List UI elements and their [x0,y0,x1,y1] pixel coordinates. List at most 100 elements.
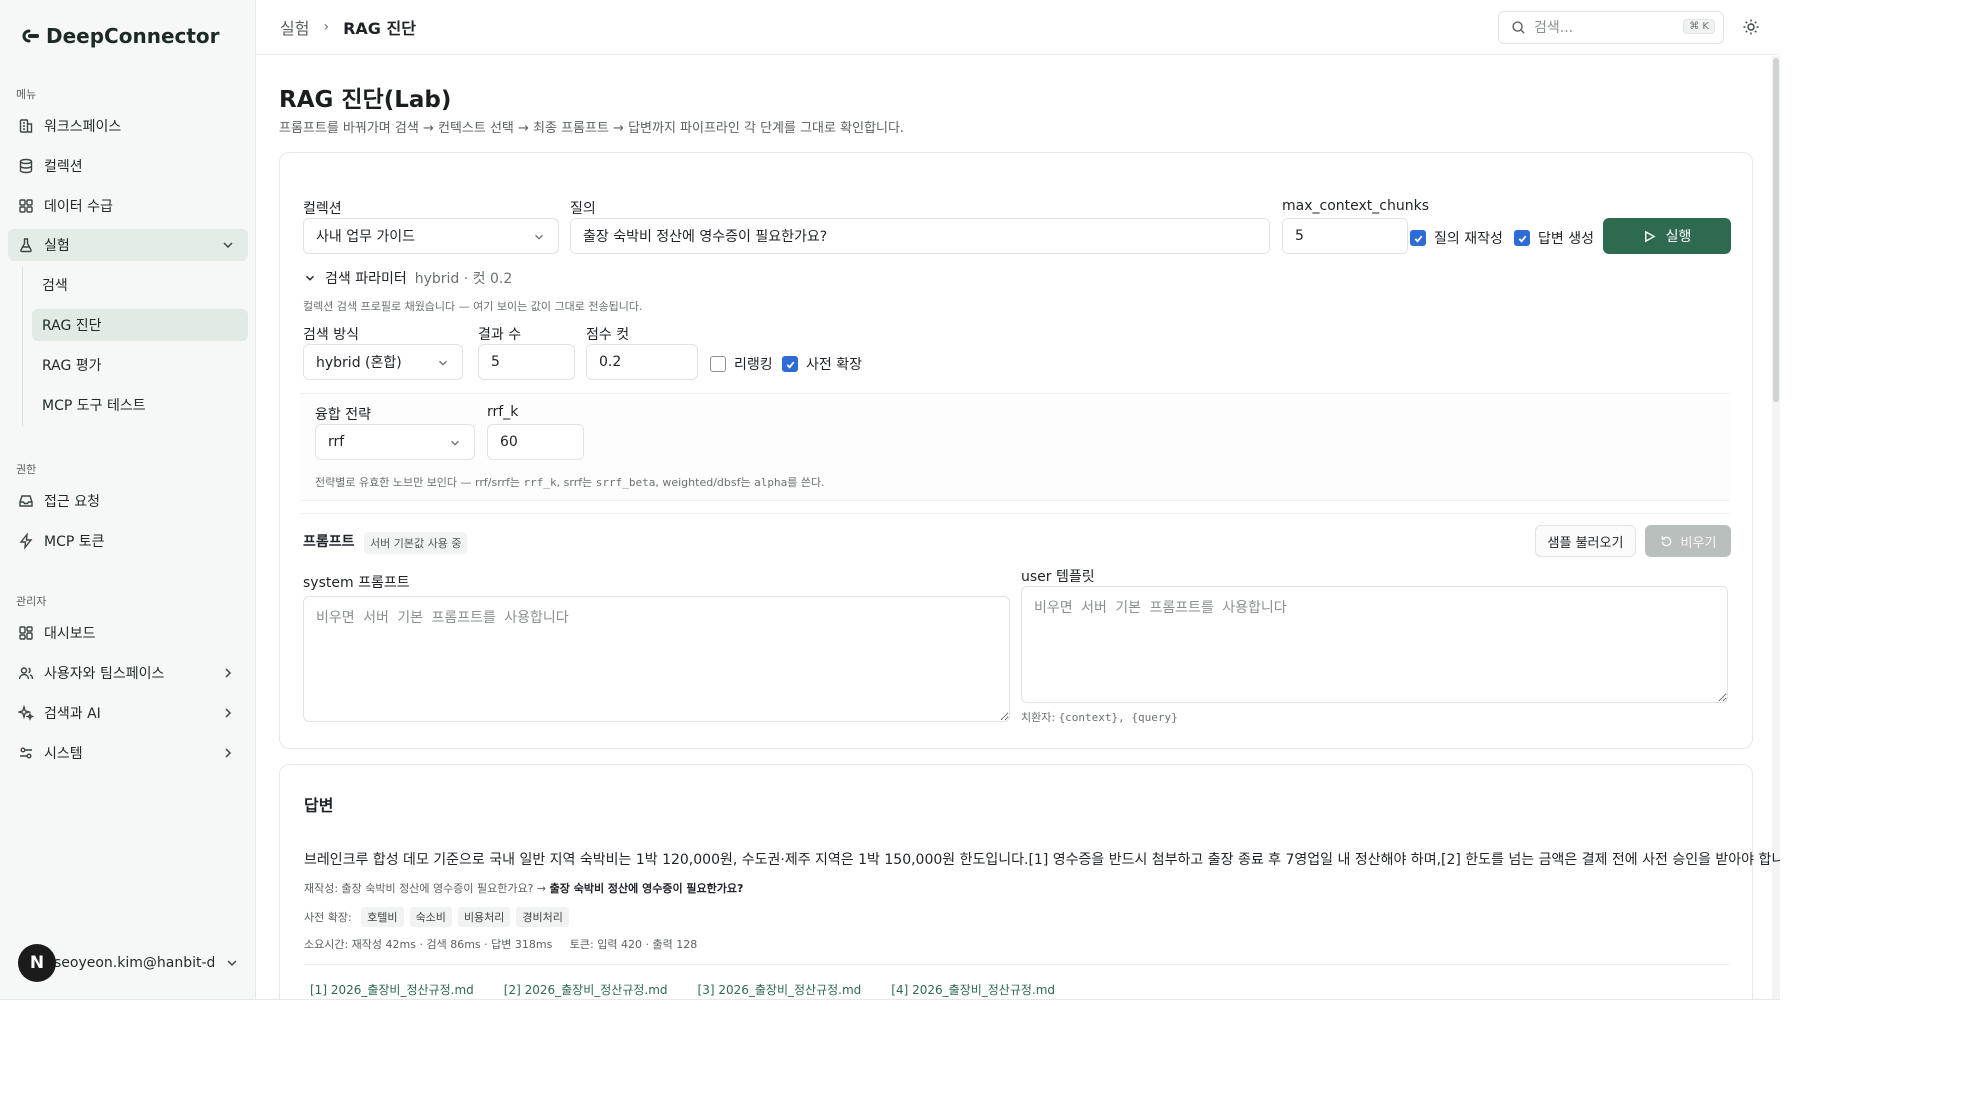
expansion-term-chip: 경비처리 [516,907,569,927]
source-list: [1] 2026_출장비_정산규정.md [2] 2026_출장비_정산규정.m… [304,977,1061,999]
sidebar-item-access-request[interactable]: 접근 요청 [8,485,248,517]
scrollbar-thumb[interactable] [1773,58,1779,402]
run-button[interactable]: 실행 [1603,218,1731,254]
collection-select[interactable]: 사내 업무 가이드 [303,218,559,254]
sidebar-item-label: RAG 평가 [42,358,102,374]
reset-icon [1661,535,1671,546]
checkbox-checked-icon [782,356,798,372]
query-rewrite-checkbox[interactable]: 질의 재작성 [1410,228,1503,248]
result-count-input[interactable] [491,354,574,370]
building-icon [18,118,34,134]
search-method-label: 검색 방식 [303,327,359,343]
dictionary-expand-checkbox[interactable]: 사전 확장 [782,354,862,374]
answer-text: 브레인크루 합성 데모 기준으로 국내 일반 지역 숙박비는 1박 120,00… [304,852,1780,868]
section-label-menu: 메뉴 [16,88,37,101]
user-menu[interactable]: N seoyeon.kim@hanbit-de... [18,944,244,982]
search-method-value: hybrid (혼합) [316,355,402,371]
rewrite-info: 재작성: 출장 숙박비 정산에 영수증이 필요한가요? → 출장 숙박비 정산에… [304,880,743,896]
section-divider [304,964,1730,965]
score-cut-input[interactable] [599,354,697,370]
fusion-note-code: rrf_k [523,476,557,489]
section-divider [300,513,1730,514]
sidebar-subitem-search[interactable]: 검색 [32,269,248,301]
generate-answer-checkbox[interactable]: 답변 생성 [1514,228,1594,248]
result-count-label: 결과 수 [478,327,522,343]
query-field[interactable] [570,218,1270,254]
expansion-term-chip: 호텔비 [361,907,404,927]
sidebar-subitem-rag-diagnosis[interactable]: RAG 진단 [32,309,248,341]
chevron-down-icon [448,436,462,450]
checkbox-label: 사전 확장 [806,357,862,373]
search-params-toggle[interactable]: 검색 파라미터 hybrid · 컷 0.2 [303,268,512,288]
sidebar-item-label: 워크스페이스 [44,119,122,135]
max-context-chunks-input[interactable] [1295,228,1407,244]
result-count-field[interactable] [478,344,575,380]
source-link[interactable]: [2] 2026_출장비_정산규정.md [498,977,674,999]
theme-toggle-sun-icon[interactable] [1742,18,1760,36]
clear-button[interactable]: 비우기 [1645,525,1731,557]
search-input[interactable] [1534,19,1664,36]
page-description: 프롬프트를 바꿔가며 검색 → 컨텍스트 선택 → 최종 프롬프트 → 답변까지… [279,121,905,136]
answer-title: 답변 [304,796,334,815]
topbar: 실험 › RAG 진단 ⌘ K [256,0,1780,55]
prompt-default-badge: 서버 기본값 사용 중 [364,532,468,554]
expansion-term-chip: 비용처리 [457,907,511,927]
score-cut-field[interactable] [586,344,698,380]
sidebar-item-mcp-token[interactable]: MCP 토큰 [8,525,248,557]
sidebar-item-data-ingest[interactable]: 데이터 수급 [8,190,248,222]
chevron-down-icon [224,955,240,971]
placeholder-hint: 치환자: {context}, {query} [1021,709,1178,725]
sidebar-item-label: 실험 [44,238,70,254]
sidebar-item-label: 데이터 수급 [44,199,113,215]
chevron-down-icon [436,356,450,370]
rewrite-prefix: 재작성: 출장 숙박비 정산에 영수증이 필요한가요? → [304,882,550,895]
source-link[interactable]: [3] 2026_출장비_정산규정.md [692,977,868,999]
sidebar-item-label: 컬렉션 [44,159,83,175]
fusion-note-text: 를 쓴다. [787,476,825,489]
dictionary-expansion-info: 사전 확장: 호텔비 숙소비 비용처리 경비처리 [304,907,569,927]
sidebar-item-dashboard[interactable]: 대시보드 [8,617,248,649]
sidebar-item-system[interactable]: 시스템 [8,737,248,769]
global-search[interactable]: ⌘ K [1498,11,1724,44]
timing-info: 소요시간: 재작성 42ms · 검색 86ms · 답변 318ms 토큰: … [304,938,698,951]
breadcrumb-parent[interactable]: 실험 [280,15,309,39]
sidebar-item-users-teamspaces[interactable]: 사용자와 팀스페이스 [8,657,248,689]
load-sample-button[interactable]: 샘플 불러오기 [1535,525,1636,557]
rrf-k-field[interactable] [487,424,584,460]
sidebar-item-search-ai[interactable]: 검색과 AI [8,697,248,729]
user-template-textarea[interactable] [1021,586,1728,703]
dashboard-icon [18,625,34,641]
system-prompt-label: system 프롬프트 [303,575,410,591]
sidebar-item-workspace[interactable]: 워크스페이스 [8,110,248,142]
source-link[interactable]: [4] 2026_출장비_정산규정.md [885,977,1061,999]
placeholder-hint-text: 치환자: [1021,711,1059,724]
fusion-note-text: , weighted/dbsf는 [655,476,755,489]
sidebar-item-collections[interactable]: 컬렉션 [8,150,248,182]
sidebar-item-experiment[interactable]: 실험 [8,229,248,261]
rrf-k-input[interactable] [500,434,583,450]
sidebar-subitem-mcp-tool-test[interactable]: MCP 도구 테스트 [32,389,248,421]
app-window: DeepConnector 메뉴 워크스페이스 컬렉션 데이터 수급 실험 검색… [0,0,1780,1000]
rerank-checkbox[interactable]: 리랭킹 [710,354,773,374]
chevron-right-icon [220,745,236,761]
bolt-icon [18,533,34,549]
breadcrumb-current: RAG 진단 [343,19,416,38]
fusion-panel: 융합 전략 rrf rrf_k 전략별로 유효한 노브만 보인다 — rrf/s… [300,393,1730,501]
main-content: 실험 › RAG 진단 ⌘ K RAG 진단(Lab) 프롬프트를 바꿔가며 검… [256,0,1780,999]
checkbox-checked-icon [1410,230,1426,246]
fusion-strategy-select[interactable]: rrf [315,424,475,460]
rag-form-card: 컬렉션 사내 업무 가이드 질의 max_context_chunks 질의 재… [279,152,1753,749]
app-logo[interactable]: DeepConnector [20,24,220,48]
max-context-chunks-field[interactable] [1282,218,1408,254]
rrf-k-label: rrf_k [487,404,519,420]
sidebar-subitem-rag-eval[interactable]: RAG 평가 [32,349,248,381]
search-method-select[interactable]: hybrid (혼합) [303,344,463,380]
sidebar-item-label: 접근 요청 [44,494,100,510]
answer-card: 답변 브레인크루 합성 데모 기준으로 국내 일반 지역 숙박비는 1박 120… [279,764,1780,999]
checkbox-unchecked-icon [710,356,726,372]
source-link[interactable]: [1] 2026_출장비_정산규정.md [304,977,480,999]
query-input[interactable] [583,228,1269,244]
prompt-section-title: 프롬프트 [303,534,355,550]
search-params-note: 컬렉션 검색 프로필로 채웠습니다 — 여기 보이는 값이 그대로 전송됩니다. [303,300,643,313]
system-prompt-textarea[interactable] [303,596,1010,722]
